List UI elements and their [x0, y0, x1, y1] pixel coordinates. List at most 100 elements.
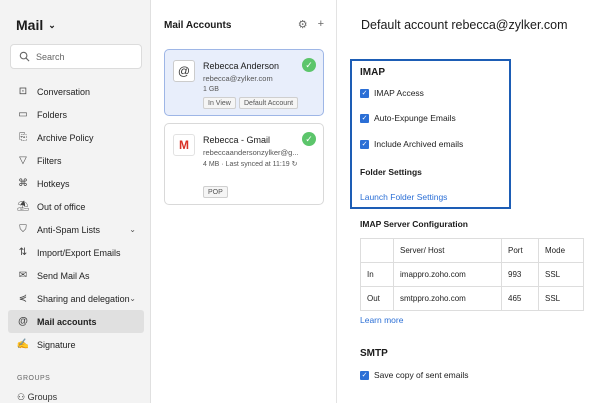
tag-in-view: In View	[203, 97, 236, 109]
smtp-heading: SMTP	[360, 348, 388, 359]
save-sent-copy-checkbox[interactable]: ✓ Save copy of sent emails	[360, 370, 469, 380]
checkbox-label: IMAP Access	[374, 88, 424, 98]
search-input[interactable]: Search	[10, 44, 142, 69]
column-header	[360, 238, 394, 263]
sidebar-item-out-of-office[interactable]: ⛱ Out of office	[8, 195, 144, 218]
sidebar-item-label: Conversation	[37, 86, 91, 97]
check-icon: ✓	[302, 132, 316, 146]
account-sync-text: 4 MB · Last synced at 11:19	[203, 161, 290, 168]
at-icon: @	[173, 60, 195, 82]
check-icon: ✓	[302, 58, 316, 72]
sidebar-item-folders[interactable]: ▭ Folders	[8, 103, 144, 126]
launch-folder-settings-link[interactable]: Launch Folder Settings	[360, 192, 447, 202]
sidebar-item-conversation[interactable]: ⊡ Conversation	[8, 80, 144, 103]
sidebar-item-label: Out of office	[37, 201, 86, 212]
groups-icon: ⚇	[17, 392, 26, 402]
sidebar-item-label: Groups	[27, 392, 58, 402]
account-size: 1 GB	[203, 86, 219, 93]
filter-icon: ▽	[19, 155, 27, 166]
sidebar-item-label: Signature	[37, 339, 76, 350]
imap-highlight-box	[350, 59, 511, 209]
tag-pop: POP	[203, 186, 228, 198]
chevron-down-icon[interactable]: ⌄	[129, 225, 136, 234]
sidebar-item-sharing-and-delegation[interactable]: ⋞ Sharing and delegation ⌄	[8, 287, 144, 310]
sidebar-item-label: Send Mail As	[37, 270, 90, 281]
sidebar-item-import-export-emails[interactable]: ⇅ Import/Export Emails	[8, 241, 144, 264]
include-archived-checkbox[interactable]: ✓ Include Archived emails	[360, 139, 463, 149]
add-account-icon[interactable]: +	[318, 18, 324, 31]
panel-title: Mail Accounts	[164, 20, 232, 31]
out-of-office-icon: ⛱	[16, 201, 30, 212]
sidebar-item-anti-spam-lists[interactable]: ⛉ Anti-Spam Lists ⌄	[8, 218, 144, 241]
sidebar-item-archive-policy[interactable]: ⎘ Archive Policy	[8, 126, 144, 149]
account-card-default[interactable]: @ Rebecca Anderson rebecca@zylker.com 1 …	[164, 49, 324, 116]
search-placeholder: Search	[36, 51, 65, 62]
chevron-down-icon[interactable]: ⌄	[129, 294, 136, 303]
sidebar-item-filters[interactable]: ▽ Filters	[8, 149, 144, 172]
table-row: In imappro.zoho.com 993 SSL	[360, 262, 584, 287]
conversation-icon: ⊡	[18, 86, 28, 97]
column-header: Server/ Host	[393, 238, 502, 263]
app-switcher[interactable]: Mail ⌄	[16, 17, 56, 33]
checkbox-checked-icon: ✓	[360, 113, 369, 123]
send-as-icon: ✉	[18, 270, 28, 281]
table-cell: SSL	[538, 286, 584, 311]
table-cell: In	[360, 262, 394, 287]
sidebar-item-label: Filters	[37, 155, 62, 166]
archive-icon: ⎘	[19, 132, 27, 143]
column-header: Port	[501, 238, 539, 263]
gmail-icon: M	[173, 134, 195, 156]
imap-access-checkbox[interactable]: ✓ IMAP Access	[360, 88, 424, 98]
chevron-down-icon: ⌄	[48, 20, 56, 30]
checkbox-checked-icon: ✓	[360, 139, 369, 149]
search-icon	[19, 51, 30, 62]
table-cell: 993	[501, 262, 539, 287]
sidebar-item-label: Sharing and delegation	[37, 293, 130, 304]
table-cell: Out	[360, 286, 394, 311]
signature-icon: ✍	[16, 339, 30, 350]
table-cell: imappro.zoho.com	[393, 262, 502, 287]
sidebar-item-hotkeys[interactable]: ⌘ Hotkeys	[8, 172, 144, 195]
account-name: Rebecca - Gmail	[203, 135, 271, 145]
share-icon: ⋞	[18, 293, 28, 304]
table-header-row: Server/ Host Port Mode	[360, 238, 584, 263]
import-export-icon: ⇅	[18, 247, 28, 258]
account-name: Rebecca Anderson	[203, 61, 280, 71]
table-row: Out smtppro.zoho.com 465 SSL	[360, 286, 584, 311]
sidebar-item-signature[interactable]: ✍ Signature	[8, 333, 144, 356]
checkbox-checked-icon: ✓	[360, 88, 369, 98]
sync-icon[interactable]: ↻	[292, 161, 298, 168]
imap-heading: IMAP	[360, 67, 385, 78]
account-card-gmail[interactable]: M Rebecca - Gmail rebeccaandersonzylker@…	[164, 123, 324, 205]
column-header: Mode	[538, 238, 584, 263]
folder-settings-title: Folder Settings	[360, 167, 422, 177]
tag-default-account: Default Account	[239, 97, 299, 109]
server-config-table: Server/ Host Port Mode In imappro.zoho.c…	[360, 238, 584, 311]
account-email: rebecca@zylker.com	[203, 74, 273, 83]
account-email: rebeccaandersonzylker@g...	[203, 148, 299, 157]
account-details-panel: Default account rebecca@zylker.com IMAP …	[337, 0, 596, 403]
sidebar-item-label: Anti-Spam Lists	[37, 224, 101, 235]
sidebar-item-mail-accounts[interactable]: @ Mail accounts	[8, 310, 144, 333]
learn-more-link[interactable]: Learn more	[360, 315, 403, 325]
sidebar-item-label: Hotkeys	[37, 178, 70, 189]
mail-accounts-panel: Mail Accounts ⚙ + @ Rebecca Anderson reb…	[151, 0, 337, 403]
settings-nav: ⊡ Conversation ▭ Folders ⎘ Archive Policy ▽ Fil…	[8, 80, 144, 356]
app-title: Mail	[16, 17, 44, 33]
server-config-heading: IMAP Server Configuration	[360, 219, 468, 229]
auto-expunge-checkbox[interactable]: ✓ Auto-Expunge Emails	[360, 113, 456, 123]
account-sync-status: 4 MB · Last synced at 11:19 ↻	[203, 160, 297, 168]
sidebar-item-send-mail-as[interactable]: ✉ Send Mail As	[8, 264, 144, 287]
page-title: Default account rebecca@zylker.com	[361, 18, 568, 32]
gear-icon[interactable]: ⚙	[298, 18, 308, 31]
settings-sidebar: Mail ⌄ Search ⊡ Conversation ▭ Folders ⎘ Arch…	[0, 0, 151, 403]
checkbox-checked-icon: ✓	[360, 370, 369, 380]
checkbox-label: Auto-Expunge Emails	[374, 113, 456, 123]
sidebar-item-label: Folders	[37, 109, 68, 120]
at-icon: @	[18, 316, 28, 327]
folder-icon: ▭	[18, 109, 28, 120]
checkbox-label: Save copy of sent emails	[374, 370, 469, 380]
table-cell: 465	[501, 286, 539, 311]
hotkey-icon: ⌘	[18, 178, 28, 189]
sidebar-item-groups[interactable]: ⚇ Groups	[17, 392, 57, 403]
